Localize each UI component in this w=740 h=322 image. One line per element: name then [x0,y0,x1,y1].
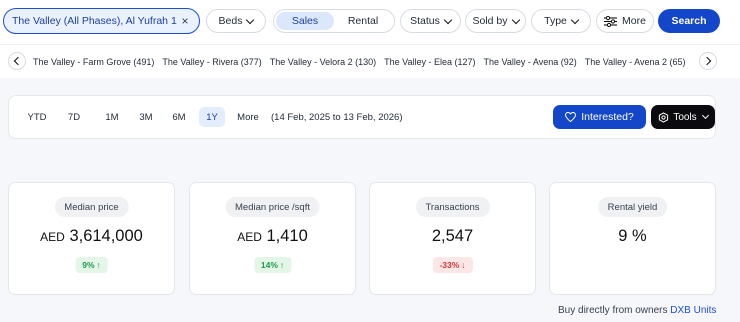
stat-value-row: AED 3,614,000 [9,227,174,246]
stat-card: Rental yield 9 % [549,182,716,295]
project-tags: The Valley - Farm Grove (491) The Valley … [33,45,691,79]
period-option[interactable]: More [233,107,263,127]
chevron-down-icon [246,15,255,24]
chevron-down-icon [443,15,453,24]
change-badge: -33% ↓ [432,257,473,273]
project-tag[interactable]: The Valley - Velora 2 (130) [270,57,376,67]
stat-value: 9 % [618,227,647,245]
status-label: Status [410,15,440,27]
stat-label: Median price /sqft [225,197,320,217]
period-option[interactable]: 6M [166,107,192,127]
chevron-down-icon [570,15,580,24]
footer-promo: Buy directly from owners DXB Units [558,305,716,316]
project-tag[interactable]: The Valley - Rivera (377) [162,57,261,67]
chevron-down-icon [701,111,709,120]
period-option[interactable]: YTD [24,107,50,127]
stat-card: Transactions 2,547 -33% ↓ [369,182,536,295]
sold-by-dropdown[interactable]: Sold by [465,9,526,33]
chevron-left-icon [13,56,23,66]
arrow-up-icon: ↑ [279,260,285,270]
clear-icon[interactable]: × [179,14,191,28]
location-chip-label: The Valley (All Phases), Al Yufrah 1 [12,15,177,27]
search-button[interactable]: Search [658,9,720,33]
change-badge: 9% ↑ [75,257,108,273]
period-option[interactable]: 1M [99,107,125,127]
more-filters-button[interactable]: More [596,9,654,33]
date-range: (14 Feb, 2025 to 13 Feb, 2026) [271,111,403,123]
chevron-right-icon [702,56,712,66]
stat-label: Transactions [415,197,490,217]
rental-tab[interactable]: Rental [334,12,392,30]
tools-icon [659,111,669,123]
project-tag[interactable]: The Valley - Elea (127) [384,57,475,67]
listing-type-toggle: Sales Rental [273,9,395,33]
stat-value-row: AED 1,410 [190,227,355,246]
arrow-up-icon: ↑ [96,260,101,270]
tools-label: Tools [673,111,697,123]
more-label: More [622,15,646,27]
filter-bar: The Valley (All Phases), Al Yufrah 1 × B… [0,0,740,44]
project-tag[interactable]: The Valley - Avena (92) [484,57,577,67]
interested-label: Interested? [581,111,634,123]
change-value: 14% [260,260,278,270]
footer-text: Buy directly from owners [558,305,668,316]
stat-value-row: 9 % [550,227,715,246]
scroll-right-button[interactable] [699,52,717,70]
heart-icon [565,112,577,122]
currency-prefix: AED [40,230,65,244]
period-option[interactable]: 3M [133,107,159,127]
currency-prefix: AED [237,230,262,244]
stat-label: Median price [54,197,129,217]
chevron-down-icon [511,15,520,24]
project-tag-bar: The Valley - Farm Grove (491) The Valley … [0,44,740,78]
beds-dropdown[interactable]: Beds [206,9,266,33]
period-option[interactable]: 1Y [199,107,225,127]
type-dropdown[interactable]: Type [531,9,591,33]
stat-card: Median price AED 3,614,000 9% ↑ [8,182,175,295]
change-badge: 14% ↑ [253,257,292,273]
change-value: 9% [82,260,95,270]
stat-value: 2,547 [431,227,474,245]
period-selector-panel: YTD 7D 1M 3M 6M 1Y More (14 Feb, 2025 to 13 Fe… [8,95,716,139]
status-dropdown[interactable]: Status [400,9,461,33]
stat-card: Median price /sqft AED 1,410 14% ↑ [189,182,356,295]
scroll-left-button[interactable] [8,52,26,70]
period-option[interactable]: 7D [63,107,85,127]
location-search-chip[interactable]: The Valley (All Phases), Al Yufrah 1 × [3,8,200,34]
sold-by-label: Sold by [472,15,508,27]
tools-button[interactable]: Tools [651,105,715,129]
interested-button[interactable]: Interested? [553,105,646,129]
type-label: Type [544,15,567,27]
arrow-down-icon: ↓ [461,260,466,270]
stat-value-row: 2,547 [370,227,535,246]
project-tag[interactable]: The Valley - Avena 2 (65) [585,57,686,67]
stat-value: 1,410 [266,227,308,245]
sales-tab[interactable]: Sales [276,12,334,30]
change-value: -33% [439,260,460,270]
project-tag[interactable]: The Valley - Farm Grove (491) [33,57,154,67]
dxb-units-link[interactable]: DXB Units [670,305,716,316]
stat-label: Rental yield [597,197,668,217]
beds-label: Beds [218,15,243,27]
stat-value: 3,614,000 [69,227,143,245]
sliders-icon [604,15,618,27]
